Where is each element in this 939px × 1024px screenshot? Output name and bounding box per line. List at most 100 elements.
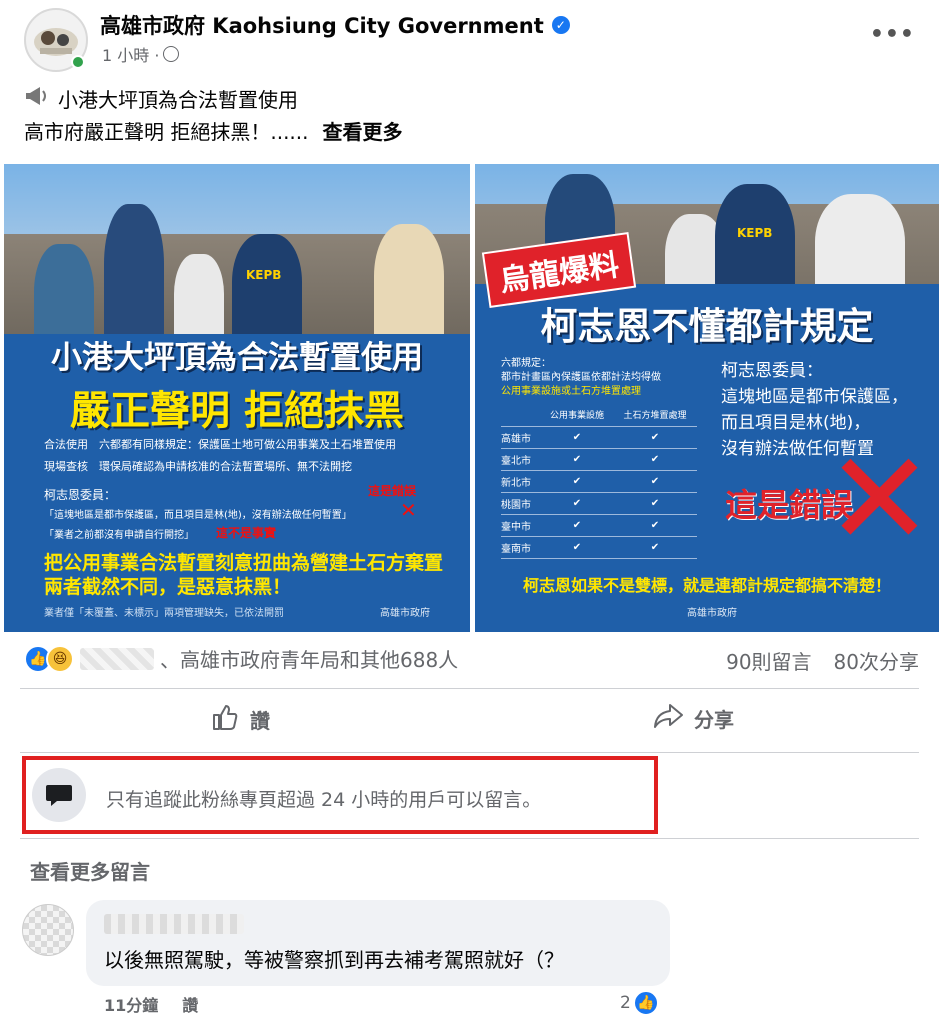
kepb-vest-label: KEPB: [246, 268, 282, 282]
table-col-header: 土石方堆置處理: [612, 404, 697, 427]
commenter-avatar[interactable]: [22, 904, 74, 956]
check-icon: ✔: [540, 514, 613, 537]
verified-badge-icon: ✓: [551, 16, 570, 34]
globe-icon: [163, 46, 180, 62]
page-name-row: 高雄市政府 Kaohsiung City Government ✓: [100, 10, 570, 40]
comment-time[interactable]: 11分鐘: [104, 992, 158, 1016]
check-icon: ✔: [540, 492, 613, 515]
kepb-vest-label: KEPB: [737, 226, 773, 240]
table-header-row: 公用事業設施 土石方堆置處理: [501, 404, 697, 427]
poster-signature: 高雄市政府: [380, 608, 430, 619]
table-city: 臺中市: [501, 514, 541, 537]
view-more-comments-link[interactable]: 查看更多留言: [30, 856, 150, 885]
commenter-name-blurred[interactable]: [104, 914, 244, 934]
divider: [20, 752, 919, 753]
post-time[interactable]: 1 小時 ·: [102, 42, 159, 66]
big-red-x-icon: ✕: [825, 423, 934, 575]
check-icon: ✔: [612, 426, 697, 449]
online-status-dot: [71, 55, 85, 69]
divider: [20, 688, 919, 689]
check-icon: ✔: [540, 448, 613, 471]
poster-yellow-line-2: 兩者截然不同，是惡意抹黑！: [44, 576, 292, 598]
poster-title: 柯志恩不懂都計規定: [540, 305, 874, 348]
table-row: 臺北市 ✔ ✔: [501, 448, 697, 471]
red-x-icon: ✕: [400, 498, 417, 522]
share-button[interactable]: 分享: [652, 702, 734, 735]
check-icon: ✔: [612, 448, 697, 471]
post-card: 高雄市政府 Kaohsiung City Government ✓ 1 小時 ·…: [4, 0, 939, 1024]
table-row: 臺南市 ✔ ✔: [501, 536, 697, 559]
poster-rule-text-2: 公用事業設施或土石方堆置處理: [501, 386, 641, 397]
comment-bubble-icon: [32, 768, 86, 822]
comment-meta: 11分鐘 讚: [104, 992, 198, 1016]
poster-yellow-line-1: 把公用事業合法暫置刻意扭曲為營建土石方棄置: [44, 552, 444, 574]
poster-quote-1: 這塊地區是都市保護區，: [721, 387, 908, 407]
poster-ko-quote-1: 「這塊地區是都市保護區，而且項目是林(地)，沒有辦法做任何暫置」: [44, 510, 352, 521]
megaphone-icon: [24, 84, 50, 116]
post-text-line-1: 小港大坪頂為合法暫置使用: [58, 88, 298, 112]
haha-reaction-icon: 😆: [46, 644, 74, 673]
table-row: 高雄市 ✔ ✔: [501, 426, 697, 449]
comment-restriction-notice: 只有追蹤此粉絲專頁超過 24 小時的用戶可以留言。: [22, 756, 658, 834]
comment-like-button[interactable]: 讚: [182, 992, 198, 1016]
post-image-left[interactable]: KEPB 小港大坪頂為合法暫置使用 嚴正聲明 拒絕抹黑 合法使用 六都都有同樣規…: [4, 164, 470, 632]
table-city: 高雄市: [501, 426, 541, 449]
post-text-line-2: 高市府嚴正聲明 拒絕抹黑！......: [24, 120, 309, 144]
table-city: 新北市: [501, 470, 541, 493]
share-arrow-icon: [652, 702, 684, 735]
divider: [20, 838, 919, 839]
poster-headline: 小港大坪頂為合法暫置使用: [51, 340, 423, 376]
page-name-link[interactable]: 高雄市政府 Kaohsiung City Government: [100, 10, 544, 40]
check-icon: ✔: [612, 492, 697, 515]
see-more-link[interactable]: 查看更多: [323, 116, 403, 148]
check-icon: ✔: [612, 470, 697, 493]
table-city: 臺北市: [501, 448, 541, 471]
comment-text: 以後無照駕駛，等被警察抓到再去補考駕照就好（？: [104, 948, 564, 972]
poster-wrong-tag-2: 這不是事實: [216, 526, 277, 540]
post-text: 小港大坪頂為合法暫置使用 高市府嚴正聲明 拒絕抹黑！...... 查看更多: [24, 84, 403, 148]
poster-point-1: 合法使用 六都都有同樣規定：保護區土地可做公用事業及土石堆置使用: [44, 438, 396, 451]
poster-point-2: 現場查核 環保局確認為申請核准的合法暫置場所、無不法開挖: [44, 460, 352, 473]
poster-footer: 業者僅「未覆蓋、未標示」兩項管理缺失，已依法開罰: [44, 608, 284, 619]
poster-ko-label: 柯志恩委員：: [721, 361, 823, 381]
thumbs-up-icon: [210, 702, 240, 737]
city-rule-table: 公用事業設施 土石方堆置處理 高雄市 ✔ ✔ 臺北市 ✔ ✔ 新北市 ✔ ✔ 桃…: [501, 404, 697, 559]
poster-rule-label: 六都規定：: [501, 358, 551, 369]
like-button[interactable]: 讚: [210, 702, 270, 737]
poster-ko-quote-2: 「業者之前都沒有申請自行開挖」: [44, 530, 194, 541]
engagement-counts: 90則留言 80次分享: [726, 646, 919, 675]
reactions-summary[interactable]: 👍 😆 、高雄市政府青年局和其他688人: [24, 644, 458, 673]
like-reaction-icon: 👍: [632, 990, 659, 1016]
poster-subheadline: 嚴正聲明 拒絕抹黑: [70, 388, 404, 434]
table-col-header: 公用事業設施: [540, 404, 613, 427]
restriction-text: 只有追蹤此粉絲專頁超過 24 小時的用戶可以留言。: [106, 789, 542, 811]
blurred-name: [80, 647, 154, 670]
poster-ko-label: 柯志恩委員：: [44, 488, 117, 502]
more-options-button[interactable]: •••: [870, 22, 915, 47]
table-row: 新北市 ✔ ✔: [501, 470, 697, 493]
check-icon: ✔: [612, 536, 697, 559]
check-icon: ✔: [540, 426, 613, 449]
poster-signature: 高雄市政府: [687, 608, 737, 619]
shares-count[interactable]: 80次分享: [834, 646, 919, 675]
poster-rule-text: 都市計畫區內保護區依都計法均得做: [501, 372, 661, 383]
table-row: 臺中市 ✔ ✔: [501, 514, 697, 537]
check-icon: ✔: [540, 536, 613, 559]
post-meta: 1 小時 ·: [102, 42, 180, 66]
post-image-right[interactable]: KEPB 烏龍爆料 柯志恩不懂都計規定 六都規定： 都市計畫區內保護區依都計法均…: [475, 164, 939, 632]
poster-bottom-line: 柯志恩如果不是雙標，就是連都計規定都搞不清楚！: [522, 576, 891, 595]
page-avatar[interactable]: [24, 8, 88, 72]
comment-reaction-count[interactable]: 2 👍: [620, 990, 659, 1016]
like-label: 讚: [250, 709, 270, 733]
reactions-text: 、高雄市政府青年局和其他688人: [160, 648, 459, 672]
poster-wrong-tag-1: 這是錯誤: [368, 484, 417, 498]
table-city: 臺南市: [501, 536, 541, 559]
table-corner: [501, 404, 541, 427]
share-label: 分享: [694, 708, 734, 732]
comment-bubble: 以後無照駕駛，等被警察抓到再去補考駕照就好（？: [86, 900, 670, 986]
table-city: 桃園市: [501, 492, 541, 515]
comments-count[interactable]: 90則留言: [726, 646, 811, 675]
comment-like-count: 2: [620, 993, 631, 1013]
table-row: 桃園市 ✔ ✔: [501, 492, 697, 515]
check-icon: ✔: [612, 514, 697, 537]
